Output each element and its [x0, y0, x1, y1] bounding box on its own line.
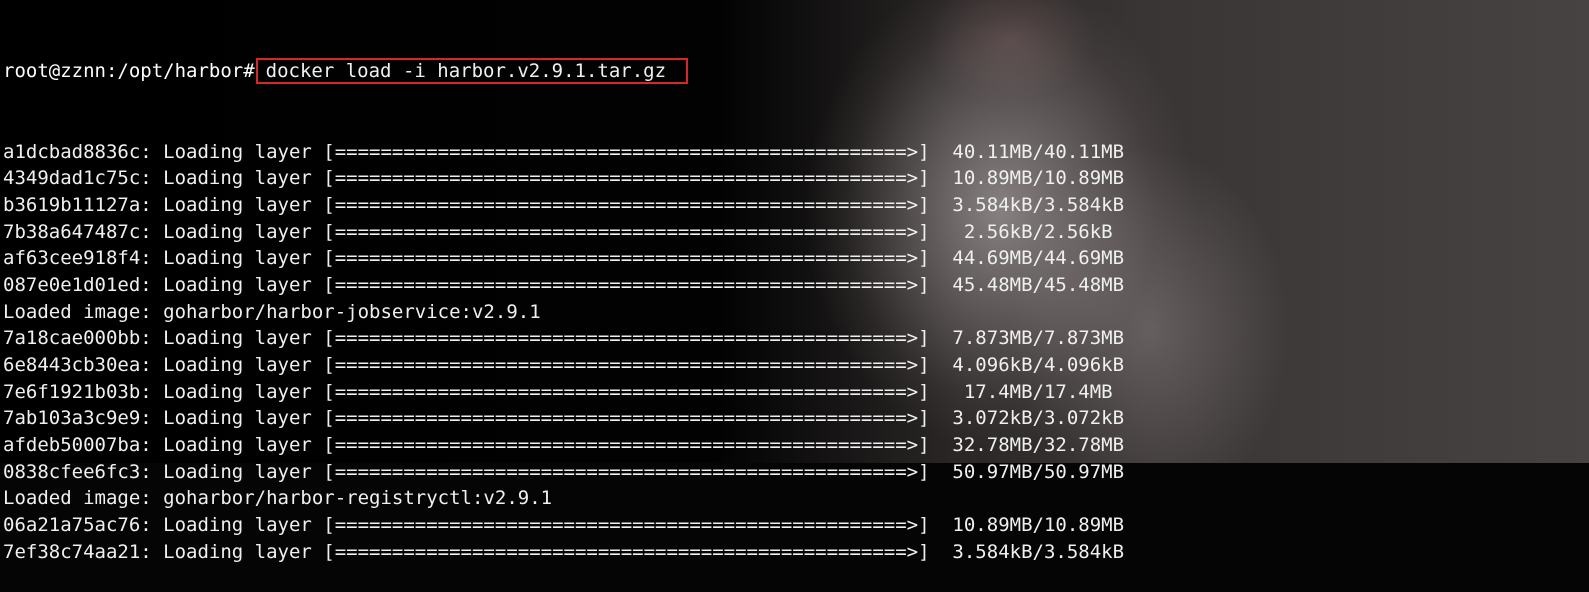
shell-prompt: root@zznn:/opt/harbor#: [3, 60, 255, 83]
loading-layer-line: a1dcbad8836c: Loading layer [===========…: [3, 140, 1125, 163]
loading-layer-line: 6e8443cb30ea: Loading layer [===========…: [3, 354, 1125, 376]
loaded-image-line: Loaded image: goharbor/harbor-registryct…: [3, 487, 553, 510]
command-line: root@zznn:/opt/harbor# docker load -i har…: [3, 58, 1589, 85]
loading-layer-line: 06a21a75ac76: Loading layer [===========…: [3, 514, 1125, 537]
loaded-image-line: Loaded image: goharbor/harbor-jobservice…: [3, 300, 541, 323]
loading-layer-line: 7b38a647487c: Loading layer [===========…: [3, 220, 1113, 243]
loading-layer-line: 7ef38c74aa21: Loading layer [===========…: [3, 540, 1125, 563]
output-lines: a1dcbad8836c: Loading layer [===========…: [3, 139, 1589, 566]
loading-layer-line: afdeb50007ba: Loading layer [===========…: [3, 434, 1125, 457]
terminal-output[interactable]: root@zznn:/opt/harbor# docker load -i har…: [3, 5, 1589, 592]
loading-layer-line: 4349dad1c75c: Loading layer [===========…: [3, 167, 1125, 190]
loading-layer-line: 7e6f1921b03b: Loading layer [===========…: [3, 380, 1113, 403]
highlighted-command: docker load -i harbor.v2.9.1.tar.gz: [255, 58, 689, 85]
loading-layer-line: 7a18cae000bb: Loading layer [===========…: [3, 327, 1125, 350]
loading-layer-line: b3619b11127a: Loading layer [===========…: [3, 193, 1125, 216]
loading-layer-line: 087e0e1d01ed: Loading layer [===========…: [3, 273, 1125, 296]
loading-layer-line: 7ab103a3c9e9: Loading layer [===========…: [3, 407, 1125, 430]
loading-layer-line: af63cee918f4: Loading layer [===========…: [3, 247, 1125, 270]
